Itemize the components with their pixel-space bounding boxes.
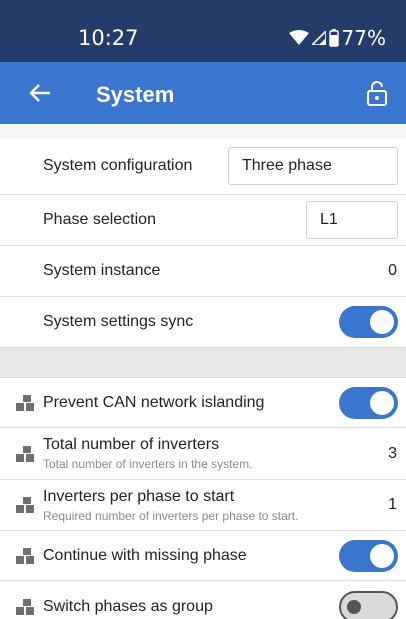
system-settings-sync-toggle[interactable]	[339, 306, 398, 338]
section-divider	[0, 348, 406, 378]
row-system-settings-sync[interactable]: System settings sync	[0, 297, 406, 348]
status-indicators: 77%	[288, 26, 386, 50]
continue-missing-phase-toggle[interactable]	[339, 539, 398, 572]
row-continue-missing-phase[interactable]: Continue with missing phase	[0, 531, 406, 581]
signal-icon	[311, 31, 326, 45]
settings-list: System configuration Three phase Phase s…	[0, 124, 406, 619]
total-inverters-description: Total number of inverters in the system.	[43, 457, 253, 471]
system-settings-sync-label: System settings sync	[43, 313, 194, 330]
page-title: System	[96, 82, 175, 107]
status-time: 10:27	[78, 26, 139, 50]
battery-icon	[328, 29, 339, 47]
row-total-inverters[interactable]: Total number of inverters Total number o…	[0, 428, 406, 480]
wifi-icon	[288, 30, 309, 46]
network-node-icon	[16, 599, 34, 615]
total-inverters-label: Total number of inverters	[43, 436, 220, 453]
battery-percent: 77%	[341, 26, 386, 50]
phase-selection-label: Phase selection	[43, 211, 156, 228]
app-bar: System	[0, 62, 406, 124]
network-node-icon	[16, 547, 34, 564]
system-instance-value: 0	[388, 262, 397, 279]
prevent-can-islanding-toggle[interactable]	[339, 386, 398, 419]
status-bar: 10:27 77%	[0, 0, 406, 62]
phase-selection-field[interactable]: L1	[306, 201, 398, 239]
switch-phases-group-toggle[interactable]	[339, 591, 398, 619]
row-switch-phases-group[interactable]: Switch phases as group	[0, 581, 406, 619]
row-system-instance[interactable]: System instance 0	[0, 246, 406, 297]
row-prevent-can-islanding[interactable]: Prevent CAN network islanding	[0, 378, 406, 428]
network-node-icon	[16, 445, 34, 462]
back-arrow-icon[interactable]	[28, 81, 52, 105]
total-inverters-value: 3	[388, 444, 397, 462]
inverters-per-phase-description: Required number of inverters per phase t…	[43, 508, 299, 523]
inverters-per-phase-label: Inverters per phase to start	[43, 487, 235, 505]
network-node-icon	[16, 394, 34, 411]
system-configuration-field[interactable]: Three phase	[228, 147, 398, 185]
row-system-configuration[interactable]: System configuration Three phase	[0, 138, 406, 195]
system-instance-label: System instance	[43, 262, 161, 279]
prevent-can-islanding-label: Prevent CAN network islanding	[43, 393, 265, 411]
row-phase-selection[interactable]: Phase selection L1	[0, 195, 406, 246]
lock-icon[interactable]	[366, 80, 388, 106]
continue-missing-phase-label: Continue with missing phase	[43, 546, 247, 564]
system-configuration-label: System configuration	[43, 157, 193, 174]
row-inverters-per-phase[interactable]: Inverters per phase to start Required nu…	[0, 480, 406, 531]
inverters-per-phase-value: 1	[388, 496, 397, 513]
switch-phases-group-label: Switch phases as group	[43, 598, 213, 615]
network-node-icon	[16, 497, 34, 513]
